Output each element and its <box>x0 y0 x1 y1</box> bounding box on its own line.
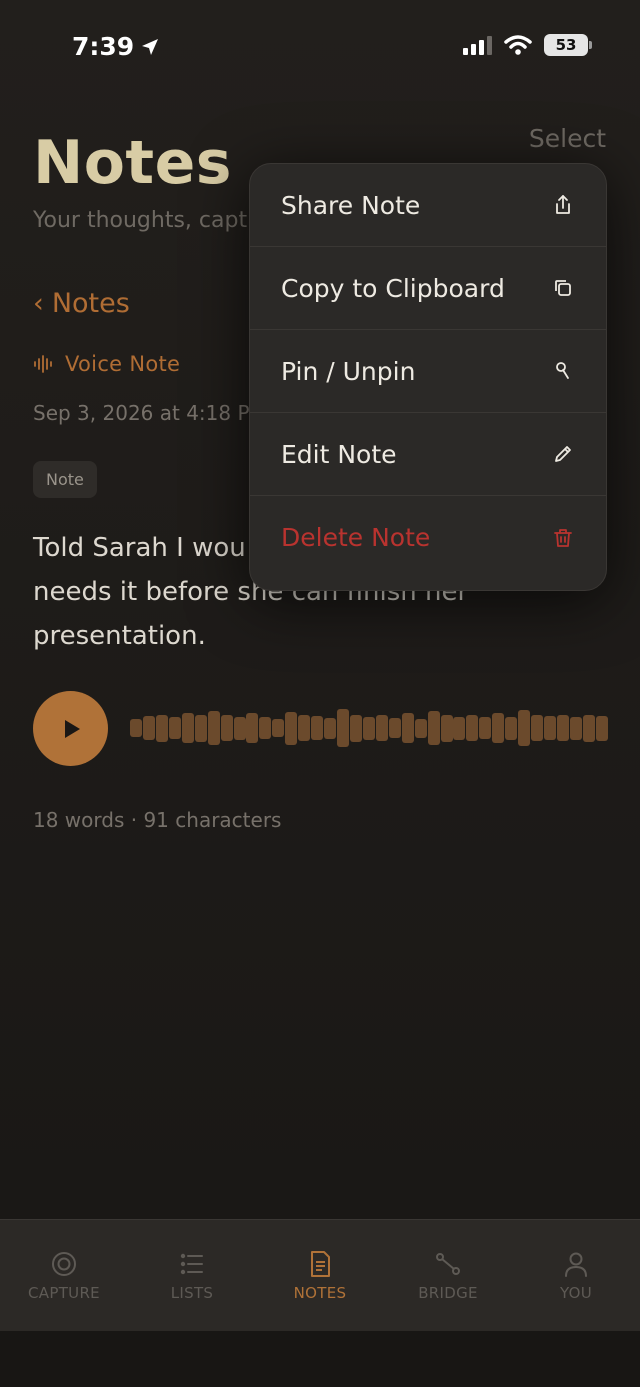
bridge-icon <box>436 1253 460 1275</box>
note-body-line: presentation. <box>33 621 206 651</box>
chevron-left-icon: ‹ <box>33 288 44 319</box>
wifi-icon <box>504 35 532 55</box>
waveform-bar <box>595 715 608 741</box>
waveform-bar <box>544 716 556 740</box>
waveform-bar <box>453 716 466 740</box>
waveform-bar <box>388 718 401 738</box>
waveform-bar <box>311 716 324 740</box>
trash-icon <box>554 528 572 547</box>
waveform-bar <box>505 716 518 740</box>
waveform-bar <box>298 715 311 741</box>
waveform-bar <box>194 714 207 742</box>
menu-item-label: Pin / Unpin <box>281 356 416 386</box>
waveform-bar <box>207 711 220 745</box>
waveform-bar <box>427 711 440 745</box>
play-icon <box>65 719 80 738</box>
waveform-bar <box>556 715 569 741</box>
menu-item-label: Copy to Clipboard <box>281 273 505 303</box>
menu-item-label: Edit Note <box>281 439 397 469</box>
tab-lists[interactable]: LISTS <box>128 1220 256 1331</box>
waveform-bar <box>466 715 479 741</box>
waveform-bar <box>142 716 155 740</box>
waveform-bar <box>181 713 194 743</box>
share-icon <box>556 195 570 214</box>
tab-notes[interactable]: NOTES <box>256 1220 384 1331</box>
waveform-bar <box>155 714 168 742</box>
status-time-text: 7:39 <box>72 32 135 61</box>
note-tag-chip[interactable]: Note <box>33 461 97 498</box>
notes-screen: 7:39 53 Select Notes Your thoughts, capt… <box>0 0 640 1387</box>
play-button[interactable] <box>33 691 108 766</box>
waveform-bar <box>220 715 233 741</box>
tab-bar: CAPTURE LISTS NOTES BRIDGE YOU <box>0 1219 640 1331</box>
note-type-text: Voice Note <box>65 352 181 376</box>
battery-icon: 53 <box>544 34 592 56</box>
audio-waveform[interactable] <box>130 705 608 751</box>
copy-to-clipboard-menu-item[interactable]: Copy to Clipboard <box>250 247 606 330</box>
menu-item-label: Delete Note <box>281 523 431 552</box>
status-indicators: 53 <box>463 34 592 56</box>
note-type-label: Voice Note <box>33 352 180 376</box>
page-title: Notes <box>33 128 233 198</box>
waveform-bar <box>324 717 337 739</box>
person-icon <box>565 1252 587 1277</box>
menu-item-label: Share Note <box>281 190 421 220</box>
battery-level: 53 <box>555 36 577 54</box>
pin-unpin-menu-item[interactable]: Pin / Unpin <box>250 330 606 413</box>
tab-label: LISTS <box>170 1284 214 1302</box>
waveform-bar <box>272 719 285 737</box>
copy-icon <box>555 280 571 296</box>
waveform-bar <box>518 710 531 746</box>
note-icon <box>311 1251 330 1277</box>
waveform-bar <box>479 717 492 739</box>
page-subtitle: Your thoughts, captu <box>33 208 262 233</box>
voice-waveform-icon <box>34 355 52 373</box>
waveform-bar <box>130 719 142 737</box>
tab-label: CAPTURE <box>28 1284 100 1302</box>
edit-note-menu-item[interactable]: Edit Note <box>250 413 606 496</box>
tab-label: YOU <box>559 1284 593 1302</box>
waveform-bar <box>401 713 414 743</box>
waveform-bar <box>349 714 362 742</box>
tab-capture[interactable]: CAPTURE <box>0 1220 128 1331</box>
waveform-bar <box>259 717 272 739</box>
waveform-bar <box>246 713 259 743</box>
capture-icon <box>52 1252 76 1276</box>
pencil-icon <box>555 446 571 462</box>
note-date: Sep 3, 2026 at 4:18 PM <box>33 401 267 425</box>
tab-you[interactable]: YOU <box>512 1220 640 1331</box>
tab-label: BRIDGE <box>418 1284 478 1302</box>
tab-label: NOTES <box>293 1284 347 1302</box>
delete-note-menu-item[interactable]: Delete Note <box>250 496 606 579</box>
note-context-menu: Share Note Copy to Clipboard Pin / Unpin… <box>249 163 607 591</box>
back-to-notes-link[interactable]: ‹ Notes <box>33 288 130 319</box>
tab-bridge[interactable]: BRIDGE <box>384 1220 512 1331</box>
list-icon <box>180 1253 203 1275</box>
waveform-bar <box>492 713 505 743</box>
back-link-label: Notes <box>51 288 130 319</box>
waveform-bar <box>375 715 388 741</box>
share-note-menu-item[interactable]: Share Note <box>250 164 606 247</box>
select-button[interactable]: Select <box>529 124 606 153</box>
waveform-bar <box>531 715 544 741</box>
cellular-signal-icon <box>463 35 492 55</box>
waveform-bar <box>233 716 246 740</box>
waveform-bar <box>337 709 349 747</box>
waveform-bar <box>285 711 298 745</box>
waveform-bar <box>168 717 181 739</box>
word-count: 18 words · 91 characters <box>33 808 282 832</box>
pin-icon <box>556 362 569 379</box>
waveform-bar <box>582 714 595 742</box>
status-time: 7:39 <box>72 32 160 61</box>
waveform-bar <box>414 718 427 738</box>
waveform-bar <box>569 716 582 740</box>
home-indicator-area <box>0 1331 640 1387</box>
waveform-bar <box>362 716 375 740</box>
waveform-bar <box>440 714 453 742</box>
location-arrow-icon <box>142 38 159 55</box>
